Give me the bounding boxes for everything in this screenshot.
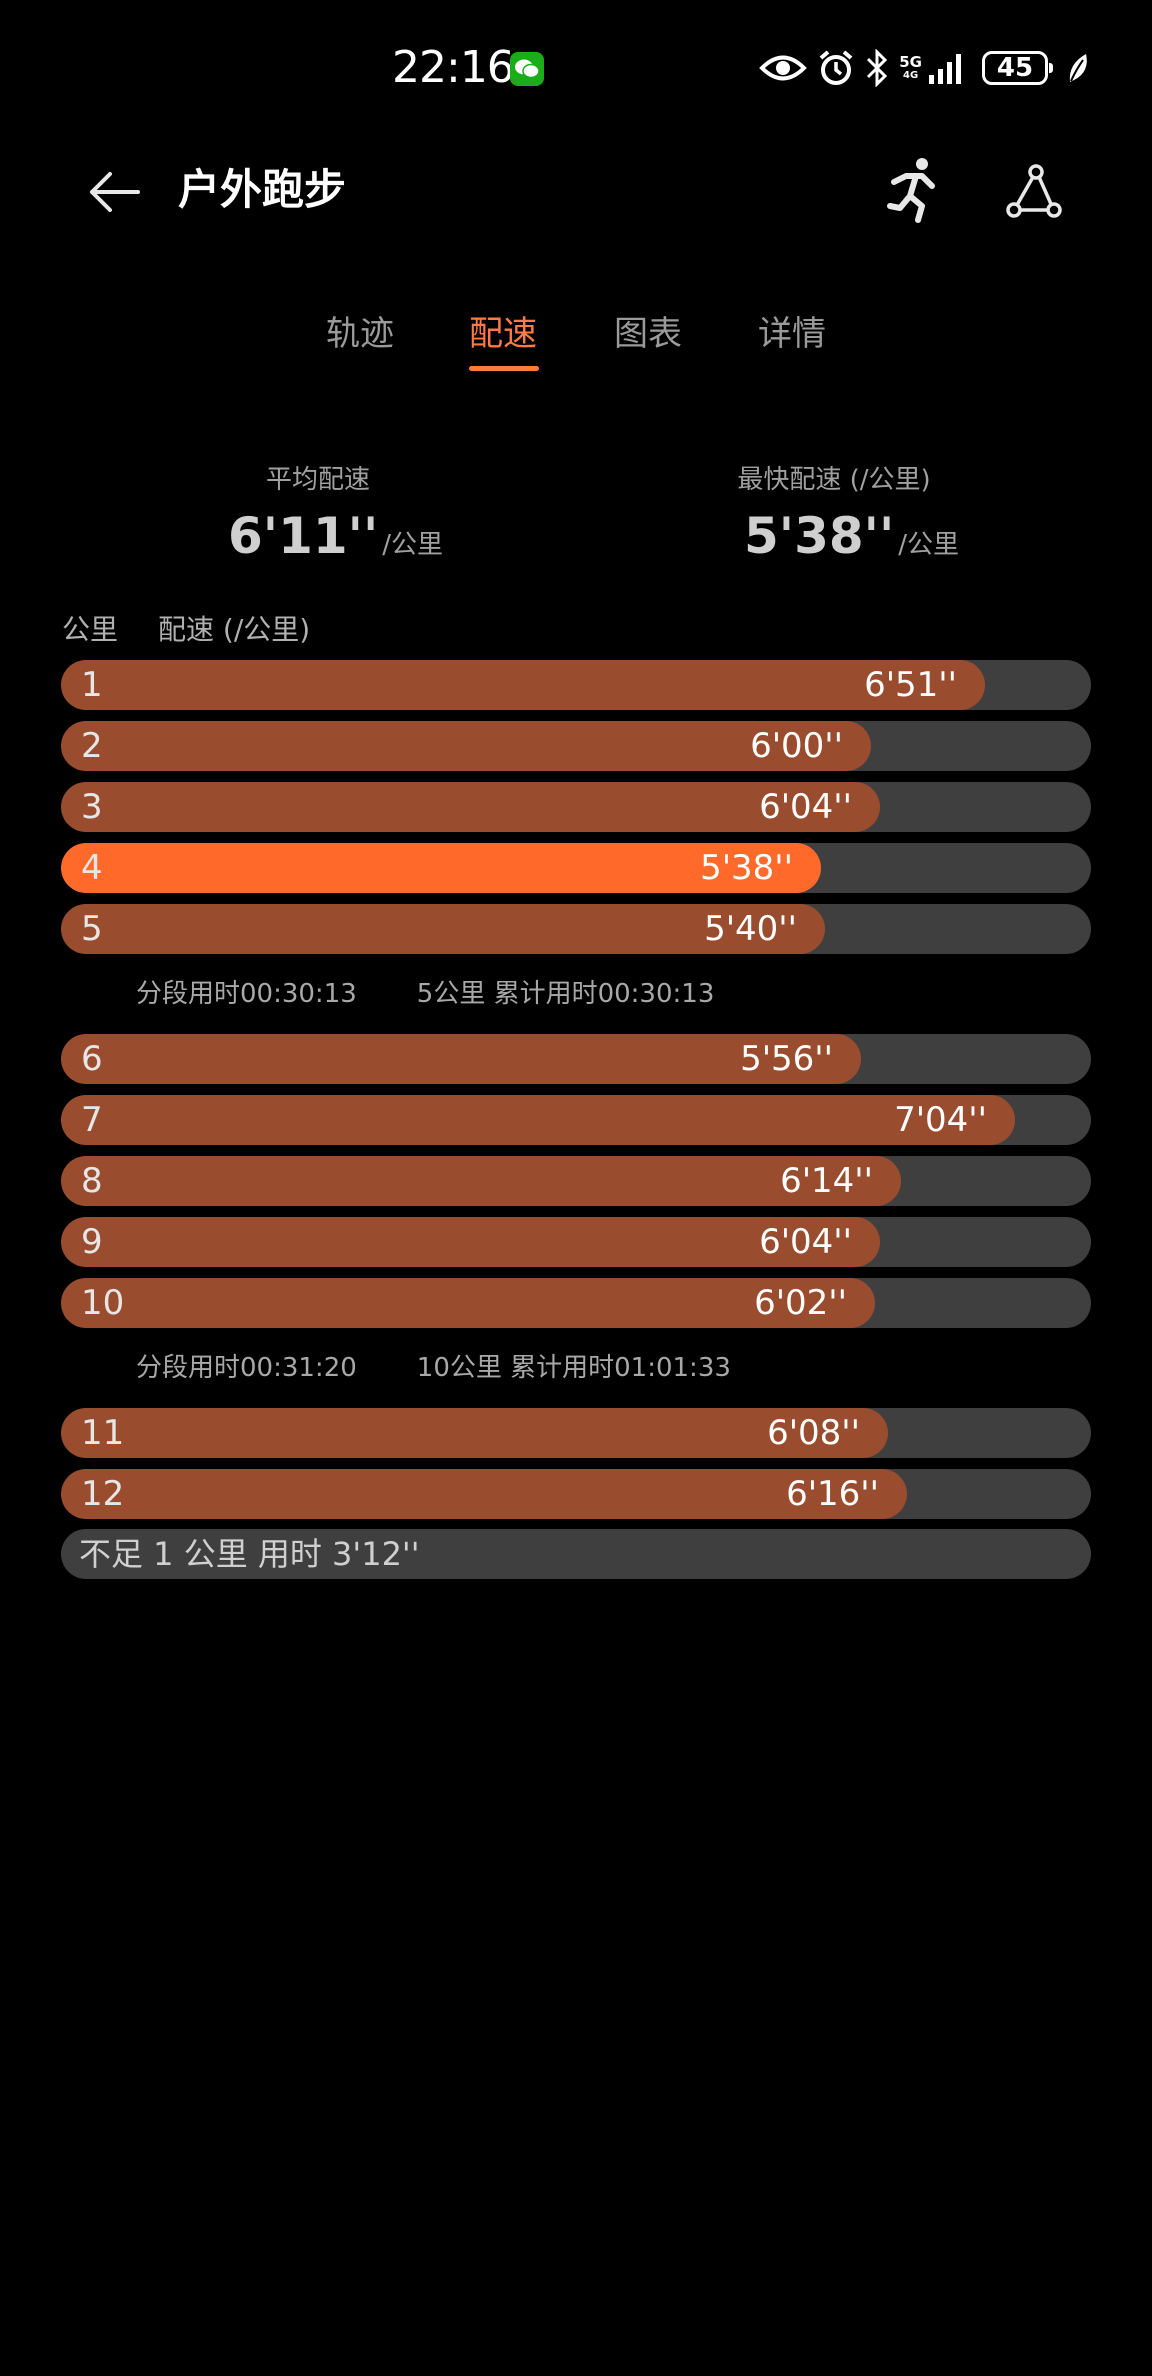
status-time: 22:16 — [392, 42, 515, 93]
fastest-pace-number: 5'38'' — [744, 507, 895, 565]
pace-bar-fill — [61, 1469, 907, 1519]
pace-bar-km: 8 — [81, 1161, 103, 1201]
split-summary: 分段用时00:31:20 10公里 累计用时01:01:33 — [136, 1350, 731, 1386]
pace-bar-row[interactable]: 2 6'00'' — [61, 721, 1091, 771]
pace-bar-fill — [61, 782, 880, 832]
route-share-icon[interactable] — [1004, 162, 1064, 222]
pace-bar-km: 4 — [81, 848, 103, 888]
wechat-notification-icon — [510, 52, 544, 86]
split-summary: 分段用时00:30:13 5公里 累计用时00:30:13 — [136, 976, 714, 1012]
pace-bar-value: 6'02'' — [754, 1283, 847, 1323]
app-header: 户外跑步 — [0, 150, 1152, 230]
pace-bar-row[interactable]: 11 6'08'' — [61, 1408, 1091, 1458]
pace-bar-value: 5'40'' — [704, 909, 797, 949]
pace-bar-value: 5'56'' — [740, 1039, 833, 1079]
avg-pace-unit: /公里 — [382, 530, 444, 560]
pace-bar-row[interactable]: 10 6'02'' — [61, 1278, 1091, 1328]
pace-bar-value: 6'04'' — [759, 1222, 852, 1262]
page-title: 户外跑步 — [178, 165, 347, 214]
split-segment-time: 分段用时00:31:20 — [136, 1353, 357, 1383]
tab-details[interactable]: 详情 — [756, 306, 828, 362]
fastest-pace-label: 最快配速 (/公里) — [737, 465, 931, 495]
pace-bar-row[interactable]: 12 6'16'' — [61, 1469, 1091, 1519]
pace-bar-km: 6 — [81, 1039, 103, 1079]
leaf-icon — [1069, 54, 1087, 82]
pace-bar-row[interactable]: 4 5'38'' — [61, 843, 1091, 893]
pace-column-header: 配速 (/公里) — [158, 613, 311, 646]
avg-pace-label: 平均配速 — [265, 465, 370, 495]
pace-bar-fill — [61, 660, 985, 710]
eye-icon — [759, 55, 808, 81]
pace-bar-row[interactable]: 9 6'04'' — [61, 1217, 1091, 1267]
pace-bar-km: 11 — [81, 1413, 125, 1453]
tab-chart[interactable]: 图表 — [612, 306, 684, 362]
active-tab-indicator — [469, 366, 539, 371]
split-segment-time: 分段用时00:30:13 — [136, 979, 357, 1009]
signal-icon — [929, 54, 961, 84]
pace-bar-value: 6'08'' — [767, 1413, 860, 1453]
pace-table-header: 公里 配速 (/公里) — [62, 610, 310, 650]
pace-bar-value: 6'16'' — [786, 1474, 879, 1514]
tab-bar: 轨迹 配速 图表 详情 — [0, 306, 1152, 376]
pace-bar-value: 6'14'' — [780, 1161, 873, 1201]
pace-bar-km: 10 — [81, 1283, 125, 1323]
pace-bar-row[interactable]: 7 7'04'' — [61, 1095, 1091, 1145]
pace-bar-value: 6'51'' — [864, 665, 957, 705]
tab-track[interactable]: 轨迹 — [324, 306, 396, 362]
pace-bar-row[interactable]: 6 5'56'' — [61, 1034, 1091, 1084]
avg-pace-number: 6'11'' — [228, 507, 379, 565]
pace-bar-km: 7 — [81, 1100, 103, 1140]
pace-bar-row[interactable]: 5 5'40'' — [61, 904, 1091, 954]
split-cumulative-time: 5公里 累计用时00:30:13 — [416, 979, 715, 1009]
pace-bar-fill — [61, 1156, 901, 1206]
pace-bar-row[interactable]: 1 6'51'' — [61, 660, 1091, 710]
pace-bar-km: 12 — [81, 1474, 125, 1514]
pace-bar-fill — [61, 1217, 880, 1267]
status-icons: 5G 4G 45 — [759, 46, 1090, 90]
pace-bar-value: 5'38'' — [700, 848, 793, 888]
pace-bar-fill — [61, 1408, 888, 1458]
tab-pace[interactable]: 配速 — [467, 306, 539, 362]
pace-bar-km: 1 — [81, 665, 103, 705]
bluetooth-icon — [867, 49, 888, 87]
split-cumulative-time: 10公里 累计用时01:01:33 — [416, 1353, 731, 1383]
pace-bar-row[interactable]: 3 6'04'' — [61, 782, 1091, 832]
pace-bar-km: 9 — [81, 1222, 103, 1262]
pace-bar-row[interactable]: 8 6'14'' — [61, 1156, 1091, 1206]
pace-bar-fill — [61, 1095, 1015, 1145]
pace-bar-value: 6'04'' — [759, 787, 852, 827]
back-arrow-icon[interactable] — [86, 164, 142, 220]
fastest-pace-unit: /公里 — [898, 530, 960, 560]
runner-icon[interactable] — [882, 156, 942, 224]
pace-bar-km: 2 — [81, 726, 103, 766]
network-type: 5G 4G — [899, 52, 922, 81]
pace-bar-value: 7'04'' — [894, 1100, 987, 1140]
fastest-pace-value: 5'38''/公里 — [744, 504, 959, 580]
alarm-icon — [819, 50, 853, 85]
remainder-text: 不足 1 公里 用时 3'12'' — [79, 1535, 420, 1573]
battery-indicator: 45 — [982, 51, 1053, 85]
km-column-header: 公里 — [62, 613, 119, 646]
avg-pace-value: 6'11''/公里 — [228, 504, 443, 580]
status-bar: 22:16 5G 4G 45 — [0, 40, 1152, 96]
pace-bar-km: 3 — [81, 787, 103, 827]
pace-bar-value: 6'00'' — [750, 726, 843, 766]
remainder-bar: 不足 1 公里 用时 3'12'' — [61, 1529, 1091, 1579]
pace-bar-fill — [61, 1278, 875, 1328]
pace-bar-km: 5 — [81, 909, 103, 949]
